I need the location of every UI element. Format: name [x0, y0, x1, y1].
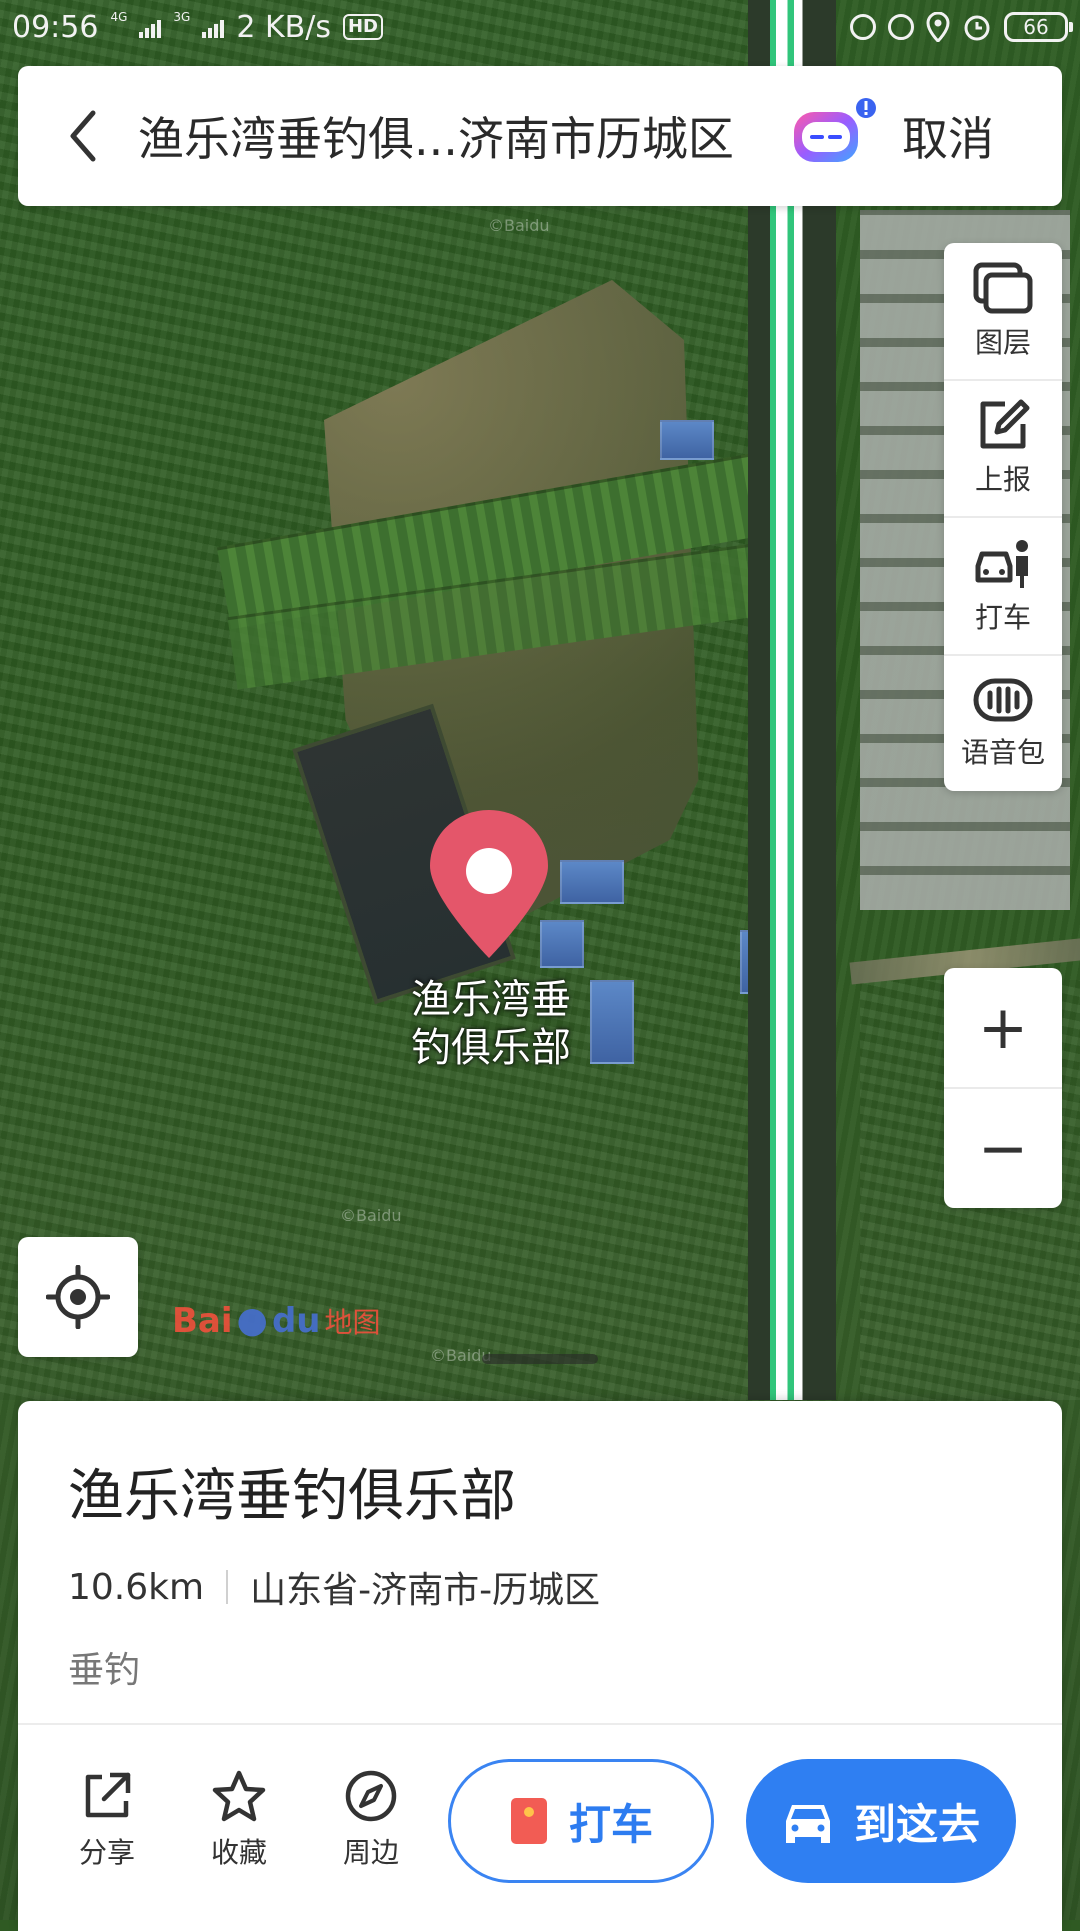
baidu-map-logo: Bai ● du 地图 — [172, 1300, 381, 1341]
tool-layers[interactable]: 图层 — [944, 243, 1062, 381]
share-icon — [85, 1772, 131, 1818]
favorite-button[interactable]: 收藏 — [184, 1769, 294, 1871]
car-icon — [785, 1805, 830, 1843]
status-left: 09:56 4G 3G 2 KB/s HD — [12, 10, 383, 45]
tool-label: 打车 — [974, 600, 1031, 634]
compass-icon — [345, 1770, 397, 1822]
logo-text-prefix: Bai — [172, 1300, 233, 1341]
battery-icon: 66 — [1004, 12, 1073, 42]
logo-text-mid: du — [271, 1300, 321, 1341]
zoom-out-button[interactable]: − — [944, 1089, 1062, 1208]
assistant-robot-icon — [794, 98, 876, 162]
place-address: 山东省-济南市-历城区 — [250, 1570, 601, 1611]
red-packet-icon — [510, 1798, 547, 1844]
zoom-in-button[interactable]: + — [944, 968, 1062, 1089]
report-edit-icon — [980, 399, 1030, 449]
eye-care-icon — [850, 14, 876, 40]
tool-label: 上报 — [974, 463, 1031, 497]
tool-taxi[interactable]: 打车 — [944, 518, 1062, 656]
paw-icon: ● — [236, 1300, 268, 1341]
taxi-button[interactable]: 打车 — [448, 1759, 714, 1883]
building — [590, 980, 634, 1064]
pin-label: 渔乐湾垂钓俱乐部 — [411, 977, 571, 1071]
lock-icon — [888, 14, 914, 40]
signal-icon — [202, 16, 225, 38]
network-tag: 3G — [173, 10, 191, 24]
alarm-icon — [964, 15, 990, 41]
go-here-button[interactable]: 到这去 — [746, 1759, 1016, 1883]
network-speed: 2 KB/s — [236, 9, 331, 45]
cancel-button[interactable]: 取消 — [902, 103, 994, 169]
place-name: 渔乐湾垂钓俱乐部 — [68, 1464, 516, 1529]
place-category: 垂钓 — [68, 1650, 141, 1691]
taxi-person-icon — [975, 539, 1028, 588]
layers-icon — [973, 262, 1033, 314]
status-right: 66 — [850, 12, 1073, 42]
share-label: 分享 — [78, 1836, 135, 1869]
sheet-drag-handle[interactable] — [482, 1354, 598, 1364]
assistant-button[interactable] — [778, 91, 888, 181]
search-bar: 渔乐湾垂钓俱...济南市历城区 取消 — [18, 66, 1062, 206]
tool-report[interactable]: 上报 — [944, 381, 1062, 518]
hd-icon: HD — [342, 14, 383, 40]
route-line — [748, 0, 836, 1400]
network-tag: 4G — [110, 10, 128, 24]
nearby-label: 周边 — [342, 1836, 399, 1869]
share-button[interactable]: 分享 — [52, 1769, 162, 1871]
logo-text-suffix: 地图 — [324, 1305, 381, 1339]
voice-pack-icon — [973, 678, 1033, 722]
signal-icon — [139, 16, 162, 38]
nearby-button[interactable]: 周边 — [316, 1769, 426, 1871]
map-watermark: ©Baidu — [488, 216, 550, 235]
action-bar: 分享 收藏 周边 打车 到这去 — [18, 1759, 1062, 1889]
back-button[interactable] — [28, 66, 138, 206]
zoom-control: + − — [944, 968, 1062, 1208]
tool-label: 语音包 — [960, 736, 1045, 770]
map-watermark: ©Baidu — [340, 1206, 402, 1225]
crosshair-icon — [46, 1265, 110, 1329]
locate-me-button[interactable] — [18, 1237, 138, 1357]
favorite-label: 收藏 — [210, 1836, 267, 1869]
tool-label: 图层 — [974, 325, 1031, 359]
map-pin-icon — [430, 810, 548, 958]
place-distance: 10.6km — [68, 1566, 205, 1608]
taxi-label: 打车 — [568, 1799, 653, 1849]
divider — [18, 1723, 1062, 1725]
building — [560, 860, 624, 904]
back-arrow-icon — [70, 110, 96, 162]
tool-voice-pack[interactable]: 语音包 — [944, 656, 1062, 792]
map-tools-panel: 图层 上报 打车 语音包 — [944, 243, 1062, 791]
place-meta: 10.6km 山东省-济南市-历城区 — [68, 1561, 600, 1613]
place-detail-sheet: 渔乐湾垂钓俱乐部 10.6km 山东省-济南市-历城区 垂钓 分享 收藏 周边 … — [18, 1401, 1062, 1931]
location-icon — [926, 12, 950, 42]
status-bar: 09:56 4G 3G 2 KB/s HD 66 — [0, 0, 1080, 54]
star-icon — [212, 1770, 266, 1822]
go-label: 到这去 — [853, 1799, 980, 1849]
meta-divider — [226, 1570, 229, 1604]
building — [660, 420, 714, 460]
status-time: 09:56 — [12, 9, 99, 45]
location-pin[interactable] — [424, 808, 554, 958]
search-query-title[interactable]: 渔乐湾垂钓俱...济南市历城区 — [138, 103, 778, 169]
